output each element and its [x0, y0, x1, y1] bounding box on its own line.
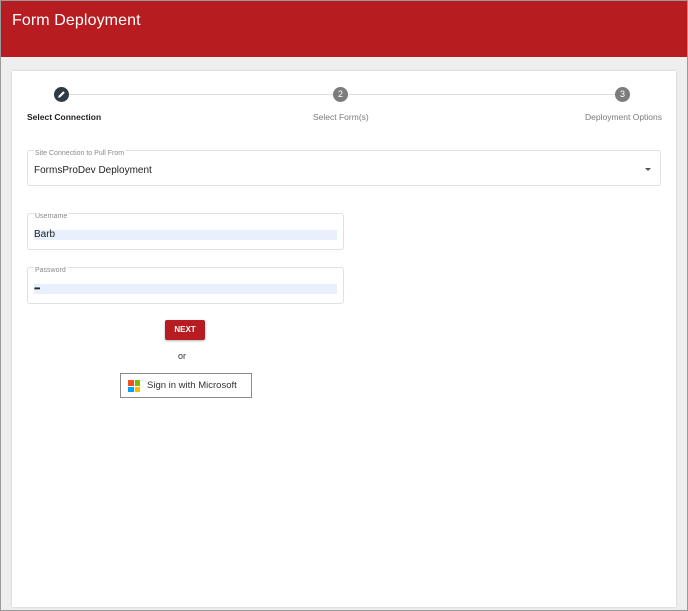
step-2-indicator[interactable]: 2 [333, 87, 348, 102]
sign-in-microsoft-button[interactable]: Sign in with Microsoft [120, 373, 252, 398]
step-connector [69, 94, 333, 95]
pencil-icon [58, 91, 65, 98]
step-1-label[interactable]: Select Connection [27, 112, 101, 122]
step-3-indicator[interactable]: 3 [615, 87, 630, 102]
chevron-down-icon[interactable] [645, 168, 651, 171]
page-title: Form Deployment [12, 12, 141, 29]
step-connector [349, 94, 615, 95]
username-field[interactable]: Username Barb [27, 213, 344, 250]
step-2-label[interactable]: Select Form(s) [313, 112, 369, 122]
username-label: Username [34, 213, 69, 220]
microsoft-logo-icon [128, 380, 140, 392]
step-1-indicator[interactable] [54, 87, 69, 102]
sign-in-microsoft-label: Sign in with Microsoft [147, 380, 237, 391]
password-field[interactable]: Password ••• [27, 267, 344, 304]
password-input[interactable]: ••• [34, 284, 337, 294]
next-button[interactable]: NEXT [165, 320, 205, 340]
connection-select[interactable]: Site Connection to Pull From FormsProDev… [27, 150, 661, 186]
form-card: Select Connection 2 Select Form(s) 3 Dep… [12, 71, 676, 607]
app-window: Form Deployment Select Connection 2 Sele… [0, 0, 688, 611]
connection-select-label: Site Connection to Pull From [34, 150, 126, 157]
connection-select-value: FormsProDev Deployment [34, 165, 152, 176]
step-3-label[interactable]: Deployment Options [585, 112, 662, 122]
or-separator: or [178, 351, 187, 361]
password-label: Password [34, 267, 67, 274]
username-input[interactable]: Barb [34, 230, 337, 240]
app-header: Form Deployment [1, 1, 687, 57]
